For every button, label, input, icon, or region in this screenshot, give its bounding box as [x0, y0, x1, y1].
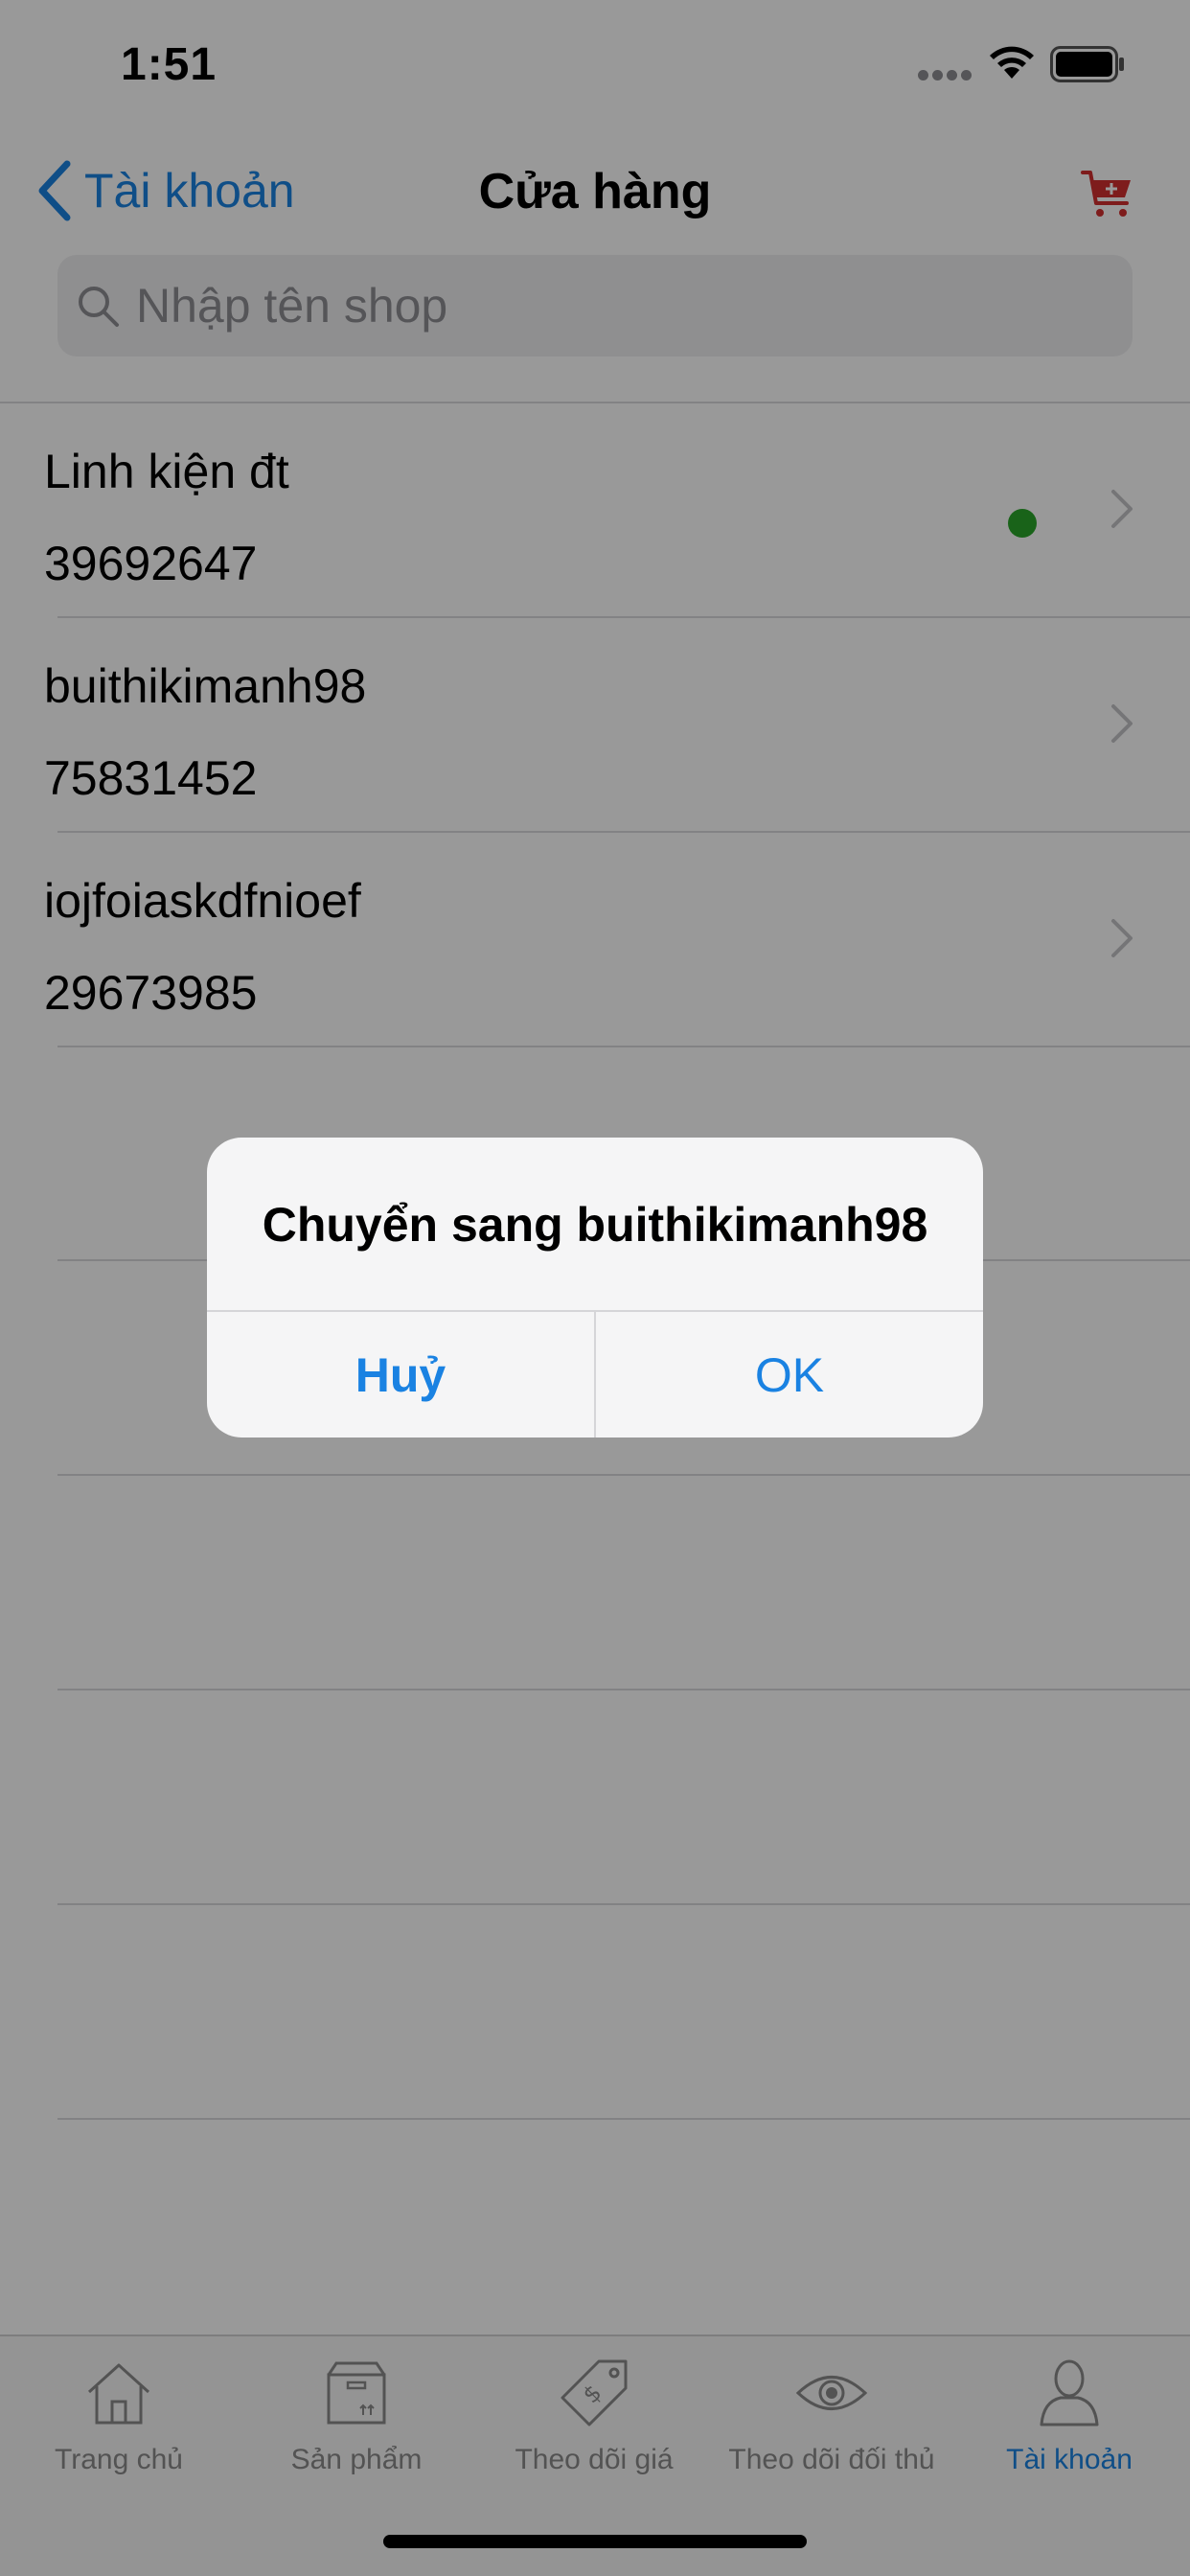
screen: 1:51 Tài khoản Cửa hàng Nhập tên shop Li…	[0, 0, 1190, 2576]
dialog-title: Chuyển sang buithikimanh98	[262, 1198, 928, 1252]
home-indicator[interactable]	[383, 2535, 807, 2548]
confirm-switch-dialog: Chuyển sang buithikimanh98 Huỷ OK	[207, 1138, 983, 1438]
ok-button[interactable]: OK	[596, 1312, 983, 1438]
cancel-button[interactable]: Huỷ	[207, 1312, 594, 1438]
